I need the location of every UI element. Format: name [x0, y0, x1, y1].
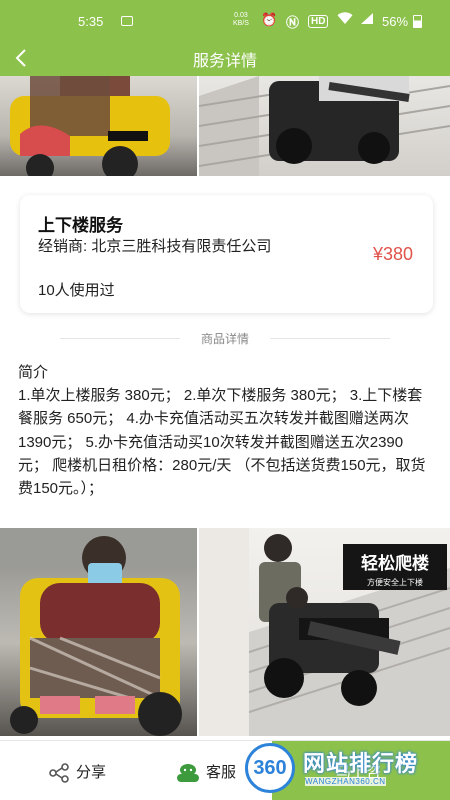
detail-photo-wheelchair — [0, 528, 197, 736]
alarm-icon: ⏰ — [261, 12, 278, 27]
product-intro: 简介 1.单次上楼服务 380元； 2.单次下楼服务 380元； 3.上下楼套餐… — [18, 361, 432, 500]
site-watermark: 360 网站排行榜 WANGZHAN360.CN — [243, 740, 450, 800]
service-name: 上下楼服务 — [38, 216, 123, 235]
promo-label: 轻松爬楼 方便安全上下楼 — [343, 544, 447, 590]
watermark-logo: 360 — [245, 743, 295, 793]
detail-photo-stair-climber: 轻松爬楼 方便安全上下楼 — [199, 528, 450, 736]
net-speed-unit: KB/S — [233, 20, 249, 27]
watermark-subtitle: WANGZHAN360.CN — [305, 777, 386, 786]
hd-icon: HD — [308, 15, 329, 28]
page-title: 服务详情 — [192, 53, 257, 70]
app-header: 服务详情 — [0, 40, 450, 76]
net-speed: 0.03 KB/S — [233, 12, 249, 28]
status-time: 5:35 — [78, 14, 104, 29]
share-icon — [49, 763, 69, 783]
battery-icon — [413, 15, 422, 28]
share-button[interactable]: 分享 — [48, 761, 106, 783]
watermark-title: 网站排行榜 — [303, 751, 419, 776]
dealer-name: 经销商: 北京三胜科技有限责任公司 — [38, 238, 272, 255]
divider-line-left — [60, 338, 180, 339]
customer-service-icon — [177, 764, 199, 783]
service-info-card: 上下楼服务 经销商: 北京三胜科技有限责任公司 10人使用过 ¥380 — [20, 195, 433, 313]
status-bar: 5:35 0.03 KB/S ⏰ Ⓝ HD 56% — [0, 0, 450, 40]
wifi-icon — [337, 12, 353, 28]
intro-heading: 简介 — [18, 364, 49, 381]
customer-service-button[interactable]: 客服 — [176, 761, 236, 783]
promo-headline: 轻松爬楼 — [361, 554, 429, 573]
share-label: 分享 — [76, 764, 107, 781]
section-title: 商品详情 — [200, 332, 249, 346]
banner-photo-stair-climber — [199, 76, 450, 176]
promo-tagline: 方便安全上下楼 — [367, 578, 423, 587]
product-banner-image — [0, 76, 450, 176]
usage-count: 10人使用过 — [38, 282, 115, 299]
section-divider: 商品详情 — [0, 330, 450, 347]
gallery-notification-icon — [121, 16, 133, 26]
watermark-badge-text: 360 — [253, 757, 287, 779]
cell-signal-icon — [360, 12, 374, 28]
divider-line-right — [270, 338, 390, 339]
banner-photo-wheelchair — [0, 76, 197, 176]
net-speed-value: 0.03 — [234, 12, 248, 19]
service-label: 客服 — [206, 764, 237, 781]
battery-percent: 56% — [382, 14, 409, 29]
nfc-icon: Ⓝ — [286, 15, 300, 30]
product-detail-image: 轻松爬楼 方便安全上下楼 — [0, 528, 450, 736]
intro-text: 1.单次上楼服务 380元； 2.单次下楼服务 380元； 3.上下楼套餐服务 … — [18, 387, 426, 498]
service-price: ¥380 — [372, 244, 413, 264]
